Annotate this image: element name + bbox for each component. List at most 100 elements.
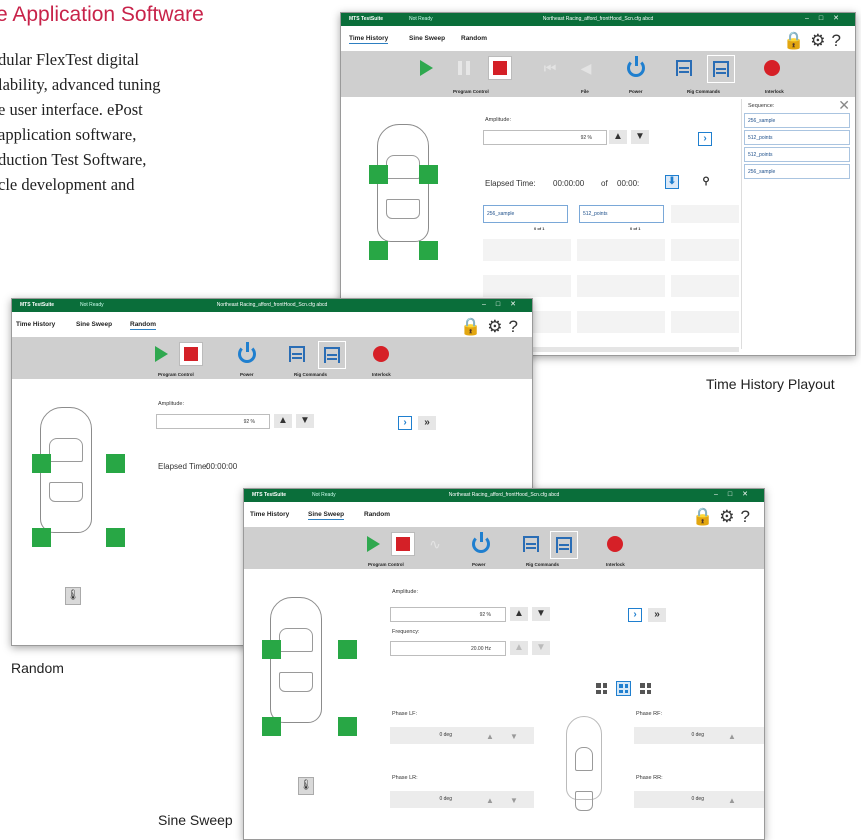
stop-button[interactable] (390, 531, 416, 557)
rig-lower-button[interactable] (518, 531, 544, 557)
amplitude-up-button[interactable]: ▲ (274, 414, 292, 428)
actuator-lr[interactable] (32, 528, 51, 547)
actuator-rr[interactable] (106, 528, 125, 547)
layout-single-icon[interactable] (638, 681, 653, 696)
tab-random[interactable]: Random (364, 511, 390, 518)
sequence-item[interactable]: 512_points (744, 147, 850, 162)
fast-forward-button[interactable]: » (648, 608, 666, 622)
power-button[interactable] (468, 531, 494, 557)
frequency-down-button[interactable]: ▼ (532, 641, 550, 655)
step-back-button[interactable]: ◀ (573, 55, 599, 81)
thermometer-icon[interactable]: 🌡 (298, 777, 314, 795)
phase-lf-down[interactable]: ▼ (510, 732, 522, 741)
tab-time-history[interactable]: Time History (349, 35, 389, 44)
tab-time-history[interactable]: Time History (250, 511, 289, 518)
sequence-view-button[interactable]: ⚲ (697, 175, 715, 189)
amplitude-up-button[interactable]: ▲ (510, 607, 528, 621)
sine-wave-button[interactable]: ∿ (422, 531, 448, 557)
lock-icon[interactable]: 🔒 (783, 31, 810, 50)
tab-sine-sweep[interactable]: Sine Sweep (76, 321, 112, 328)
frequency-up-button[interactable]: ▲ (510, 641, 528, 655)
phase-rf-field[interactable]: 0 deg ▲ (634, 727, 764, 744)
layout-grid-icon[interactable] (616, 681, 631, 696)
sequence-item[interactable]: 256_sample (744, 164, 850, 179)
next-button[interactable]: › (628, 608, 642, 622)
fast-forward-button[interactable]: » (418, 416, 436, 430)
segment-cell[interactable]: 256_sample (483, 205, 568, 223)
phase-lr-down[interactable]: ▼ (510, 796, 522, 805)
pause-button[interactable] (451, 55, 477, 81)
lock-icon[interactable]: 🔒 (692, 507, 719, 526)
actuator-lf[interactable] (32, 454, 51, 473)
gear-icon[interactable]: ⚙ (719, 507, 740, 526)
amplitude-field[interactable]: 92 % (483, 130, 607, 145)
run-button[interactable] (360, 531, 386, 557)
amplitude-field[interactable]: 92 % (156, 414, 270, 429)
phase-lr-field[interactable]: 0 deg ▲ ▼ (390, 791, 534, 808)
amplitude-field[interactable]: 92 % (390, 607, 506, 622)
actuator-rf[interactable] (419, 165, 438, 184)
run-button[interactable] (413, 55, 439, 81)
help-icon[interactable]: ? (741, 507, 756, 526)
rig-lower-button[interactable] (671, 55, 697, 81)
interlock-button[interactable] (368, 341, 394, 367)
amplitude-label: Amplitude: (485, 117, 511, 123)
rig-icon (324, 347, 340, 363)
rig-raise-button[interactable] (707, 55, 735, 83)
close-icon[interactable]: ✕ (838, 97, 850, 114)
frequency-field[interactable]: 20.00 Hz (390, 641, 506, 656)
segment-cell[interactable]: 512_points (579, 205, 664, 223)
gear-icon[interactable]: ⚙ (487, 317, 508, 336)
window-controls[interactable]: –□✕ (482, 300, 526, 308)
tab-random[interactable]: Random (461, 35, 487, 42)
actuator-rf[interactable] (338, 640, 357, 659)
tab-sine-sweep[interactable]: Sine Sweep (308, 511, 345, 520)
amplitude-down-button[interactable]: ▼ (532, 607, 550, 621)
phase-rr-up[interactable]: ▲ (728, 796, 752, 805)
tab-random[interactable]: Random (130, 321, 156, 330)
amplitude-down-button[interactable]: ▼ (631, 130, 649, 144)
actuator-rr[interactable] (338, 717, 357, 736)
sequence-item[interactable]: 512_points (744, 130, 850, 145)
segment-view-button[interactable]: ⬇ (665, 175, 679, 189)
help-icon[interactable]: ? (832, 31, 847, 50)
vehicle-diagram (270, 597, 322, 723)
gear-icon[interactable]: ⚙ (810, 31, 831, 50)
skip-back-button[interactable]: ⏮ (537, 55, 563, 81)
next-button[interactable]: › (398, 416, 412, 430)
phase-rr-field[interactable]: 0 deg ▲ (634, 791, 764, 808)
layout-two-by-two-icon[interactable] (594, 681, 609, 696)
tab-sine-sweep[interactable]: Sine Sweep (409, 35, 445, 42)
phase-rf-up[interactable]: ▲ (728, 732, 752, 741)
window-controls[interactable]: –□✕ (805, 14, 849, 22)
interlock-button[interactable] (602, 531, 628, 557)
help-icon[interactable]: ? (509, 317, 524, 336)
next-button[interactable]: › (698, 132, 712, 146)
rig-lower-button[interactable] (284, 341, 310, 367)
sequence-item[interactable]: 256_sample (744, 113, 850, 128)
stop-button[interactable] (487, 55, 513, 81)
tab-time-history[interactable]: Time History (16, 321, 55, 328)
elapsed-time-value: 00:00:00 (206, 462, 238, 471)
actuator-lf[interactable] (262, 640, 281, 659)
thermometer-icon[interactable]: 🌡 (65, 587, 81, 605)
segment-cell-empty (483, 275, 571, 297)
amplitude-up-button[interactable]: ▲ (609, 130, 627, 144)
lock-icon[interactable]: 🔒 (460, 317, 487, 336)
rig-raise-button[interactable] (318, 341, 346, 369)
phase-lf-field[interactable]: 0 deg ▲ ▼ (390, 727, 534, 744)
amplitude-down-button[interactable]: ▼ (296, 414, 314, 428)
tab-bar: Time History Sine Sweep Random 🔒⚙? (244, 502, 764, 527)
window-controls[interactable]: –□✕ (714, 490, 758, 498)
actuator-rf[interactable] (106, 454, 125, 473)
actuator-rr[interactable] (419, 241, 438, 260)
rig-raise-button[interactable] (550, 531, 578, 559)
run-button[interactable] (148, 341, 174, 367)
power-button[interactable] (623, 55, 649, 81)
stop-button[interactable] (178, 341, 204, 367)
actuator-lr[interactable] (262, 717, 281, 736)
power-button[interactable] (234, 341, 260, 367)
interlock-button[interactable] (759, 55, 785, 81)
actuator-lf[interactable] (369, 165, 388, 184)
actuator-lr[interactable] (369, 241, 388, 260)
